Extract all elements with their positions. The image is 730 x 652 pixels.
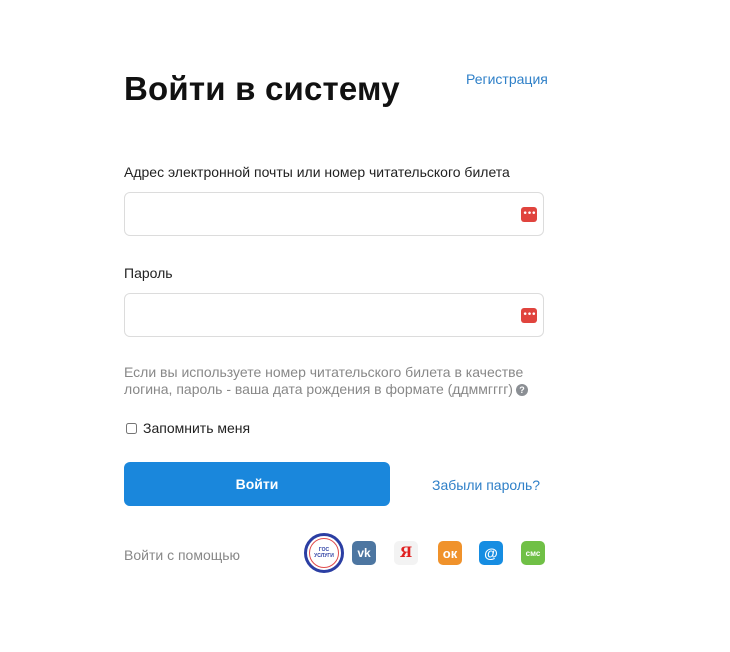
remember-me[interactable]: Запомнить меня [126, 420, 250, 436]
page-title: Войти в систему [124, 70, 400, 107]
gosuslugi-icon[interactable]: ГОС УСЛУГИ [304, 533, 344, 573]
help-icon[interactable]: ? [515, 384, 528, 397]
password-field[interactable] [125, 294, 529, 336]
email-label: Адрес электронной почты или номер читате… [124, 164, 510, 180]
remember-me-checkbox[interactable] [126, 422, 137, 434]
social-login-label: Войти с помощью [124, 547, 241, 563]
login-hint-text: Если вы используете номер читательского … [124, 364, 524, 397]
register-link[interactable]: Регистрация [466, 71, 548, 87]
password-manager-icon[interactable]: ••• [521, 308, 537, 323]
sms-icon[interactable]: смс [521, 541, 545, 565]
email-field[interactable] [125, 193, 529, 235]
vk-icon[interactable]: vk [352, 541, 376, 565]
login-hint: Если вы используете номер читательского … [124, 364, 534, 398]
forgot-password-link[interactable]: Забыли пароль? [432, 477, 540, 493]
mailru-icon[interactable]: @ [479, 541, 503, 565]
email-field-container: ••• [124, 192, 544, 236]
password-field-container: ••• [124, 293, 544, 337]
password-label: Пароль [124, 265, 173, 281]
login-button[interactable]: Войти [124, 462, 390, 506]
password-manager-icon[interactable]: ••• [521, 207, 537, 222]
yandex-icon[interactable]: Я [394, 541, 418, 565]
odnoklassniki-icon[interactable]: ок [438, 541, 462, 565]
remember-me-label: Запомнить меня [143, 420, 251, 436]
